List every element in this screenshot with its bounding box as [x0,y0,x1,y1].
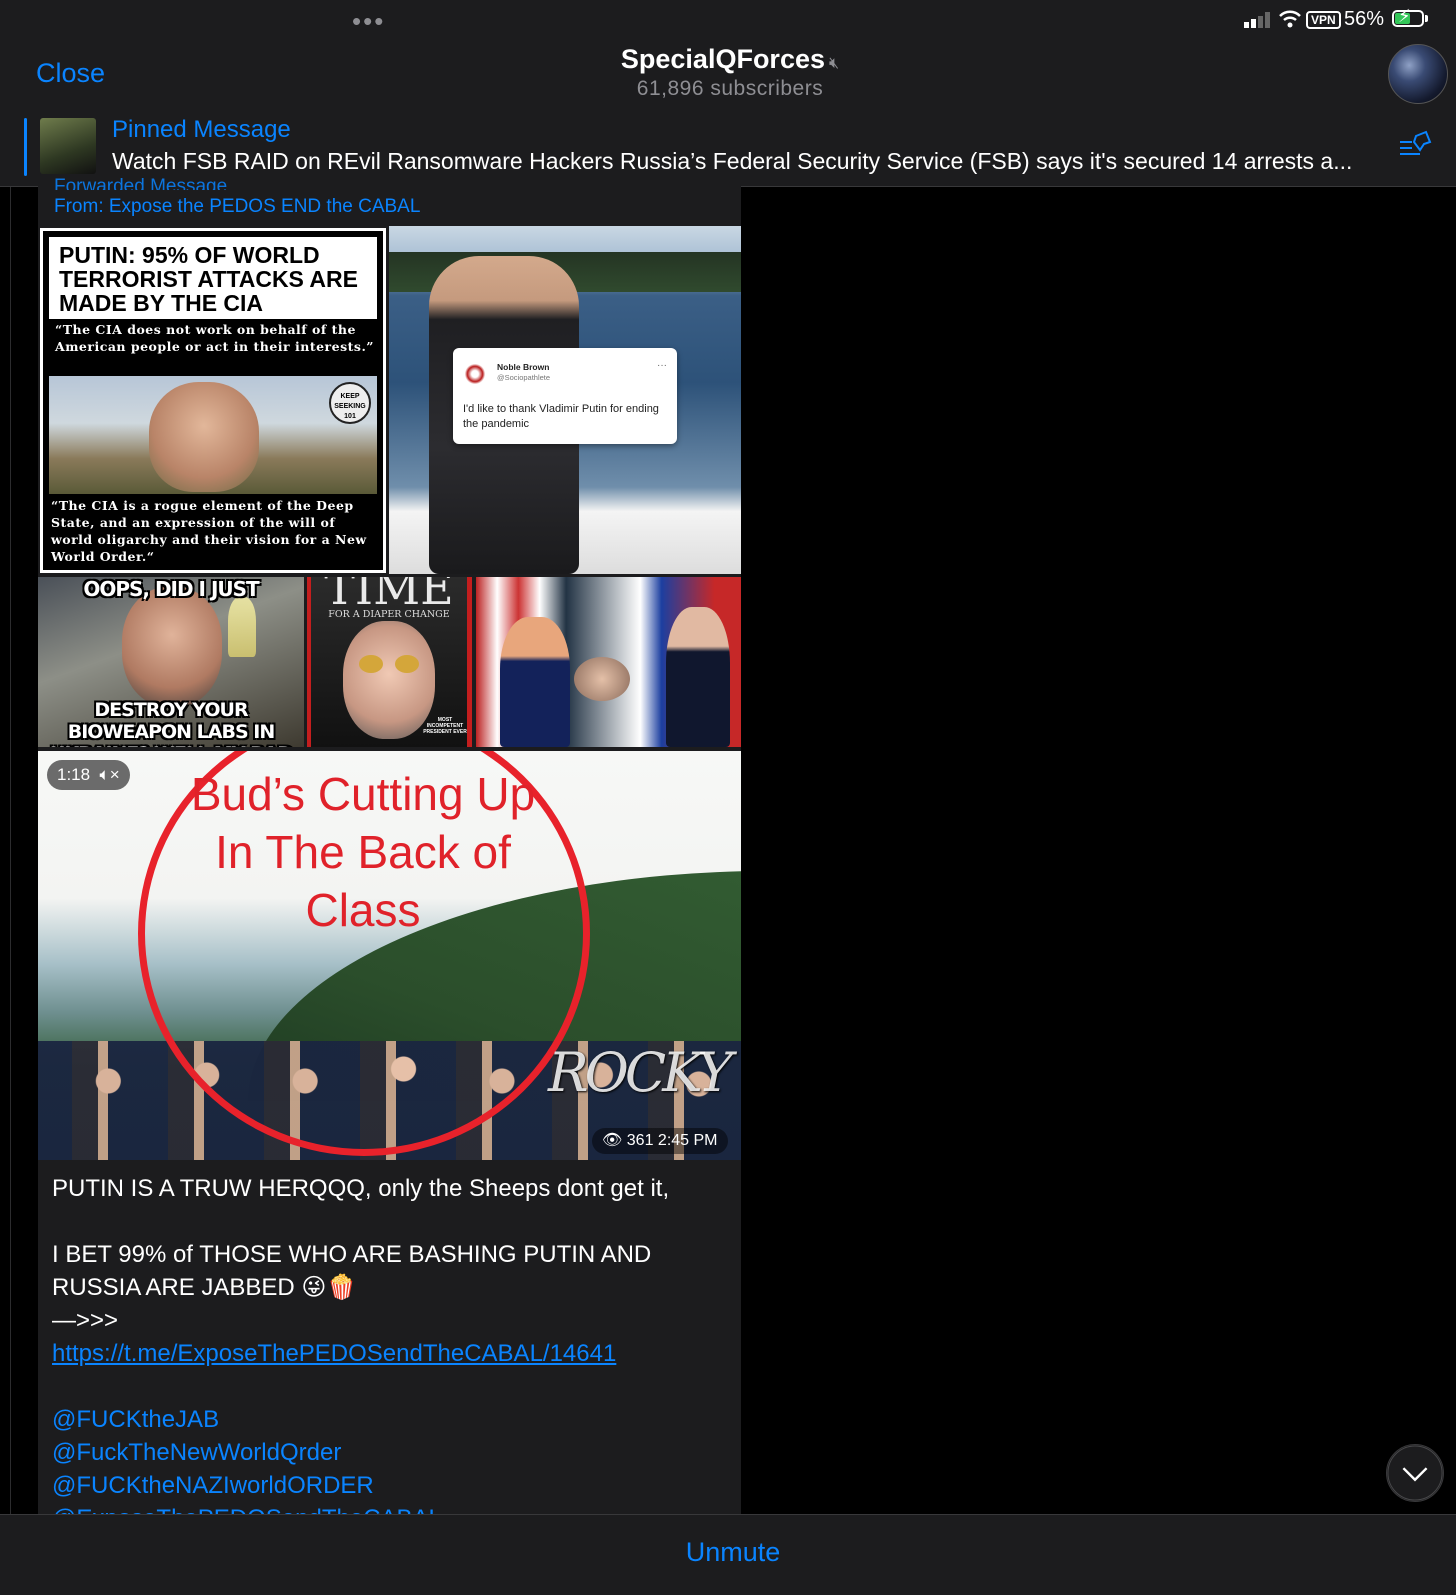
battery-percentage: 56% [1344,8,1385,30]
status-bar [0,0,1456,40]
channel-title-block[interactable]: SpecialQForces 🔇︎ 61,896 subscribers [560,44,900,101]
mention-link[interactable]: @FUCKtheNAZIworldORDER [52,1469,732,1502]
channel-title: SpecialQForces [620,44,825,74]
meme-photo: KEEP SEEKING 101 [49,376,377,494]
subscriber-count: 61,896 subscribers [636,77,824,100]
tweet-handle: @Sociopathlete [497,373,551,382]
multitask-dots[interactable]: ••• [352,6,385,37]
cover-inner: TIME FOR A DIAPER CHANGE MOST INCOMPETEN… [311,577,467,747]
video-duration: 1:18 [57,765,91,784]
media-video[interactable]: Bud’s Cutting Up In The Back of Class RO… [38,751,741,1160]
charging-bolt-icon: ⚡ [1398,6,1411,26]
forwarded-from[interactable]: From: Expose the PEDOS END the CABAL [54,196,420,218]
media-image-cia-meme[interactable]: PUTIN: 95% OF WORLD TERRORIST ATTACKS AR… [40,228,386,573]
caption-line-2: I BET 99% of THOSE WHO ARE BASHING PUTIN… [52,1241,652,1301]
tweet-text: I'd like to thank Vladimir Putin for end… [463,403,659,430]
video-watermark: ROCKY [548,1041,733,1104]
mention-link[interactable]: @FUCKtheJAB [52,1403,732,1436]
cover-subtitle: FOR A DIAPER CHANGE [328,609,450,620]
tweet-more-icon: ··· [657,360,667,371]
meme-quote-1: “The CIA does not work on behalf of the … [55,322,374,354]
meme-quote-2: “The CIA is a rogue element of the Deep … [51,498,367,564]
pinned-label: Pinned Message [112,116,291,143]
person-portrait [122,587,222,707]
pinned-indicator-bar [24,118,27,176]
battery-nub [1425,15,1428,22]
view-count: 361 [626,1132,654,1149]
pinned-text: Watch FSB RAID on REvil Ransomware Hacke… [112,148,1353,174]
muted-video-icon: 🔈︎× [94,765,120,784]
muted-speaker-icon: 🔇︎ [829,55,840,72]
mention-link[interactable]: @FuckTheNewWorldQrder [52,1436,732,1469]
video-overlay-text: Bud’s Cutting Up In The Back of Class [190,768,536,936]
caption-line-3: —>>> [52,1307,119,1334]
wifi-icon [1279,10,1301,28]
channel-avatar[interactable] [1388,44,1448,104]
person-figure-left [500,617,570,747]
wine-glass [228,597,256,657]
pinned-thumbnail [40,118,96,174]
pinned-list-icon[interactable] [1398,130,1432,164]
media-image-bioweapon-meme[interactable]: OOPS, DID I JUST DESTROY YOUR BIOWEAPON … [38,577,304,747]
cellular-signal-icon [1244,12,1270,28]
person-figure-right [666,607,730,747]
video-duration-pill[interactable]: 1:18 🔈︎× [47,760,130,790]
caption-line-1: PUTIN IS A TRUW HERQQQ, only the Sheeps … [52,1175,670,1202]
vpn-badge: VPN [1306,11,1341,29]
close-button[interactable]: Close [36,58,105,89]
meme-headline: PUTIN: 95% OF WORLD TERRORIST ATTACKS AR… [49,237,377,319]
unmute-button[interactable]: Unmute [0,1536,1456,1569]
person-portrait [343,621,435,739]
sunglass-lens-right [395,655,419,673]
caption-link[interactable]: https://t.me/ExposeThePEDOSendTheCABAL/1… [52,1340,616,1367]
meme-bottom-text: DESTROY YOUR BIOWEAPON LABS IN UKRAINE? … [50,699,293,747]
keep-seeking-badge: KEEP SEEKING 101 [329,382,371,424]
tweet-name: Noble Brown [497,362,550,372]
scroll-down-button[interactable] [1386,1444,1444,1502]
held-mask [574,657,630,701]
media-image-magazine-cover[interactable]: TIME FOR A DIAPER CHANGE MOST INCOMPETEN… [307,577,472,747]
eye-icon: 👁︎ [602,1132,623,1149]
tweet-avatar [463,362,487,386]
message-caption: PUTIN IS A TRUW HERQQQ, only the Sheeps … [52,1172,732,1535]
cover-tagline: MOST INCOMPETENT PRESIDENT EVER [423,717,467,735]
message-meta: 👁︎ 361 2:45 PM [592,1128,728,1154]
media-image-handshake[interactable] [476,577,741,747]
tweet-card: Noble Brown @Sociopathlete ··· I'd like … [453,348,677,444]
sunglass-lens-left [359,655,383,673]
left-edge-divider [0,40,11,1594]
forwarded-label: Forwarded Message [54,176,228,190]
meme-top-text: OOPS, DID I JUST [83,577,259,601]
message-time: 2:45 PM [657,1132,718,1149]
media-image-boat-tweet[interactable]: Noble Brown @Sociopathlete ··· I'd like … [389,226,741,574]
person-portrait [149,382,259,492]
